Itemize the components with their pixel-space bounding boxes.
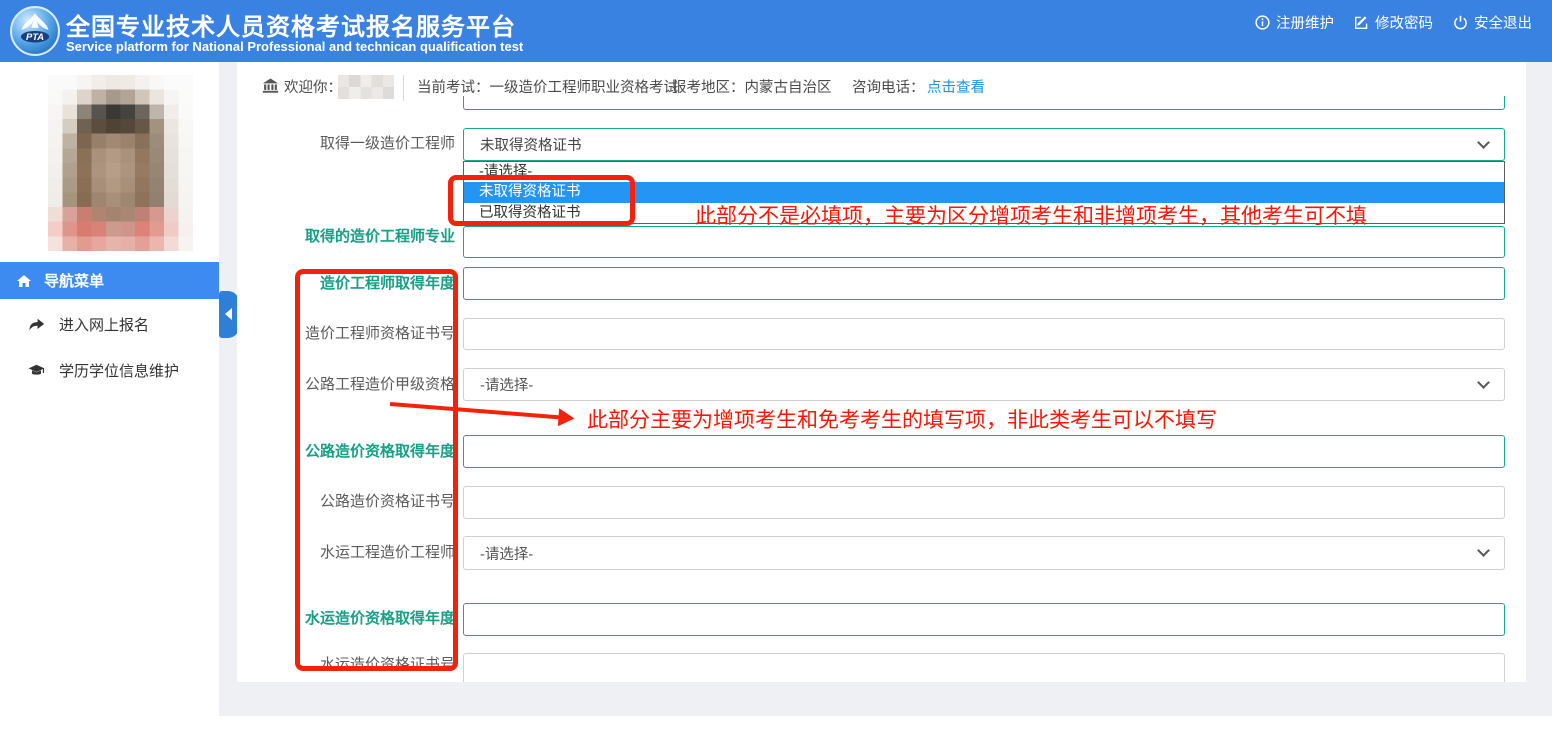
edit-icon [1354, 15, 1369, 30]
chevron-left-icon [225, 308, 232, 320]
sidebar-nav-header[interactable]: 导航菜单 [0, 262, 219, 299]
phone-view-link[interactable]: 点击查看 [927, 78, 985, 98]
select-highway-grade-a[interactable]: -请选择- [463, 368, 1505, 401]
arrowhead-icon [558, 408, 575, 427]
graduation-cap-icon [28, 362, 45, 379]
field-label: 取得一级造价工程师 [277, 134, 455, 154]
input-obtained-major[interactable] [463, 226, 1505, 258]
input-cost-engineer-cert-no[interactable] [463, 318, 1505, 350]
input-highway-cert-no[interactable] [463, 486, 1505, 519]
change-password-link[interactable]: 修改密码 [1354, 12, 1433, 33]
select-first-level-cost-engineer[interactable]: 未取得资格证书 [463, 128, 1505, 161]
chevron-down-icon [1477, 376, 1490, 389]
pta-logo: PTA [10, 6, 60, 56]
app-subtitle: Service platform for National Profession… [66, 39, 523, 54]
app-header: PTA 全国专业技术人员资格考试报名服务平台 Service platform … [0, 0, 1552, 62]
welcome-label: 欢迎你： [284, 78, 342, 98]
partial-input-above[interactable] [463, 96, 1505, 110]
input-cost-engineer-year[interactable] [463, 267, 1505, 300]
field-label: 水运造价资格取得年度 [277, 609, 455, 629]
welcome-separator [403, 75, 404, 101]
footer-strip [0, 716, 1552, 729]
field-label: 水运造价资格证书号 [277, 655, 455, 675]
logout-link[interactable]: 安全退出 [1453, 12, 1532, 33]
field-label: 取得的造价工程师专业 [277, 227, 455, 247]
sidebar-item-label: 学历学位信息维护 [59, 360, 179, 381]
header-links: 注册维护 修改密码 安全退出 [1255, 12, 1532, 33]
input-highway-year[interactable] [463, 435, 1505, 468]
field-label: 造价工程师资格证书号 [277, 324, 455, 344]
page: PTA 全国专业技术人员资格考试报名服务平台 Service platform … [0, 0, 1552, 729]
field-label: 造价工程师取得年度 [277, 274, 455, 294]
phone-label: 咨询电话： [852, 78, 925, 98]
register-maintain-link[interactable]: 注册维护 [1255, 12, 1334, 33]
select-waterway-engineer[interactable]: -请选择- [463, 536, 1505, 570]
applicant-photo [48, 75, 193, 251]
sidebar-collapse-handle[interactable] [219, 291, 239, 338]
sidebar-item-label: 进入网上报名 [59, 314, 149, 335]
sidebar: 导航菜单 进入网上报名 学历学位信息维护 [0, 62, 219, 729]
exam-region-label: 报考地区：内蒙古自治区 [672, 78, 832, 98]
sidebar-item-online-signup[interactable]: 进入网上报名 [0, 310, 219, 338]
enter-arrow-icon [28, 316, 45, 333]
select-value: -请选择- [480, 374, 533, 395]
select-value: 未取得资格证书 [480, 134, 582, 155]
info-circle-icon [1255, 15, 1270, 30]
register-maintain-label: 注册维护 [1276, 12, 1334, 33]
annotation-note-1: 此部分不是必填项，主要为区分增项考生和非增项考生，其他考生可不填 [695, 204, 1367, 230]
annotation-note-2: 此部分主要为增项考生和免考考生的填写项，非此类考生可以不填写 [587, 408, 1217, 434]
logo-text: PTA [26, 32, 44, 42]
power-icon [1453, 15, 1468, 30]
logout-label: 安全退出 [1474, 12, 1532, 33]
bank-icon [262, 77, 279, 94]
nav-header-label: 导航菜单 [44, 270, 104, 291]
current-exam-label: 当前考试：一级造价工程师职业资格考试 [417, 78, 678, 98]
chevron-down-icon [1477, 136, 1490, 149]
dropdown-option[interactable]: -请选择- [464, 162, 1504, 182]
field-label: 公路工程造价甲级资格 [277, 375, 455, 395]
red-arrow [390, 402, 560, 419]
field-label: 水运工程造价工程师 [277, 543, 455, 563]
home-icon [16, 273, 32, 289]
dropdown-option-selected[interactable]: 未取得资格证书 [464, 182, 1504, 203]
field-label: 公路造价资格取得年度 [277, 442, 455, 462]
field-label: 公路造价资格证书号 [277, 492, 455, 512]
sidebar-item-education-maintain[interactable]: 学历学位信息维护 [0, 356, 219, 384]
app-title: 全国专业技术人员资格考试报名服务平台 [66, 7, 516, 42]
main-panel: 欢迎你： 当前考试：一级造价工程师职业资格考试 报考地区：内蒙古自治区 咨询电话… [237, 62, 1526, 682]
select-value: -请选择- [480, 543, 533, 564]
input-waterway-year[interactable] [463, 603, 1505, 636]
input-waterway-cert-no[interactable] [463, 653, 1505, 682]
change-password-label: 修改密码 [1375, 12, 1433, 33]
applicant-name-blurred [338, 75, 394, 99]
chevron-down-icon [1477, 544, 1490, 557]
